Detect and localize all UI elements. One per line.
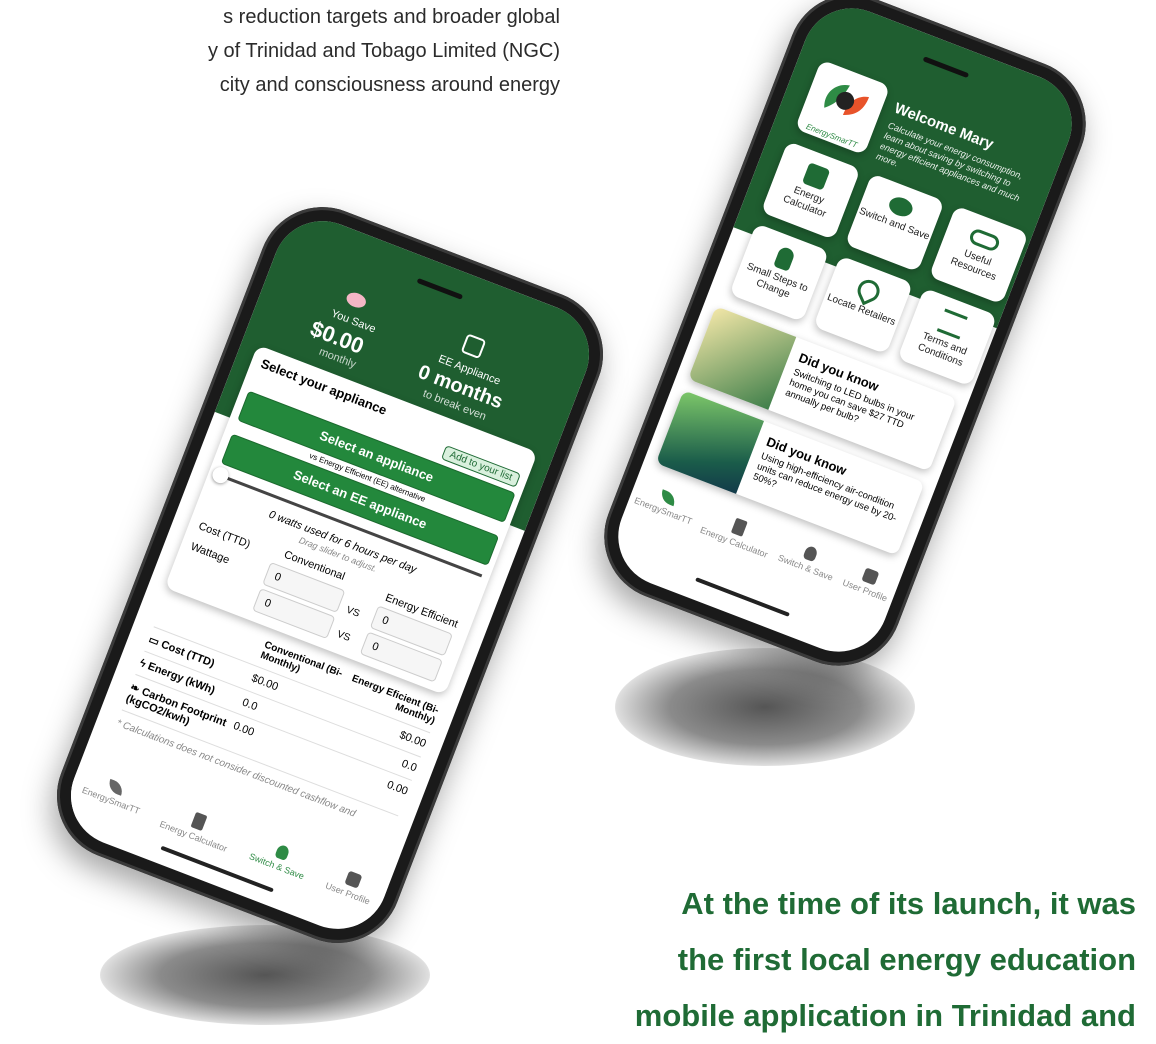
nav-home[interactable]: EnergySmarTT	[620, 481, 698, 559]
air-condition-image	[655, 390, 765, 494]
intro-line-1: s reduction targets and broader global	[223, 6, 560, 28]
leaf-icon	[106, 778, 126, 796]
tile-label: Useful Resources	[948, 248, 998, 284]
tagline-line-2: the first local energy education	[677, 942, 1136, 977]
nav-switch-save[interactable]: Switch & Save	[240, 835, 312, 902]
home-screen: EnergySmarTT Welcome Mary Calculate your…	[603, 0, 1087, 667]
lightbulb-icon	[273, 843, 291, 861]
location-pin-icon	[854, 276, 884, 306]
tagline: At the time of its launch, it was the fi…	[576, 876, 1136, 1044]
leaf-icon	[658, 489, 678, 507]
nav-energy-calculator[interactable]: Energy Calculator	[688, 507, 776, 589]
piggy-bank-icon	[886, 194, 916, 220]
nav-energy-calculator[interactable]: Energy Calculator	[151, 801, 236, 873]
led-bulb-image	[688, 306, 797, 410]
nav-home[interactable]: EnergySmarTT	[72, 771, 147, 840]
nav-switch-save[interactable]: Switch & Save	[765, 537, 841, 614]
wattage-label: Wattage	[188, 540, 232, 567]
phone-shadow-left	[100, 925, 430, 1025]
scales-icon	[936, 308, 968, 340]
lightbulb-icon	[802, 544, 820, 563]
calculator-icon	[801, 162, 831, 191]
intro-line-3: city and consciousness around energy	[219, 74, 560, 96]
phone-shadow-right	[615, 648, 915, 766]
phone-switch-save: You Save $0.00 monthly EE Appliance 0 mo…	[38, 188, 622, 962]
calculator-icon	[190, 811, 208, 832]
vs-label-2: VS	[335, 628, 352, 644]
tagline-line-3: mobile application in Trinidad and	[634, 998, 1136, 1033]
nav-user-profile[interactable]: User Profile	[316, 865, 378, 929]
nav-user-profile[interactable]: User Profile	[829, 561, 894, 634]
phone-home: EnergySmarTT Welcome Mary Calculate your…	[585, 0, 1105, 685]
calculator-icon	[731, 517, 749, 537]
intro-line-2: y of Trinidad and Tobago Limited (NGC)	[207, 40, 560, 62]
user-icon	[861, 567, 880, 586]
link-icon	[967, 227, 1002, 253]
vs-label-1: VS	[344, 604, 362, 620]
switch-save-screen: You Save $0.00 monthly EE Appliance 0 mo…	[56, 206, 604, 944]
footsteps-icon	[773, 245, 796, 272]
intro-paragraph: s reduction targets and broader global y…	[0, 0, 560, 102]
tagline-line-1: At the time of its launch, it was	[681, 886, 1136, 921]
user-icon	[344, 870, 363, 889]
slider-handle[interactable]	[210, 464, 231, 486]
